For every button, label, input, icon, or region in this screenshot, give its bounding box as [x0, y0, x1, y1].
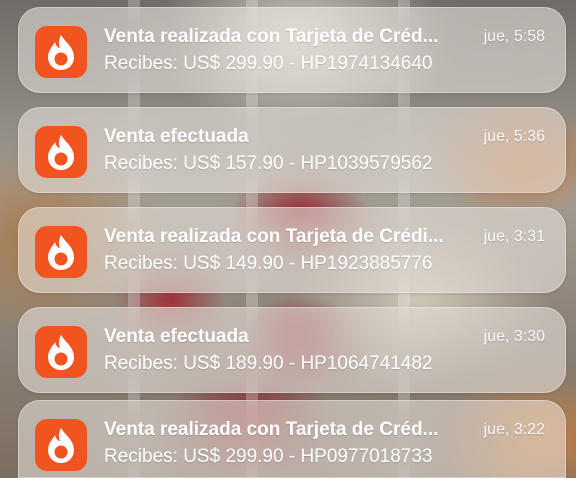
- flame-icon: [35, 226, 87, 278]
- flame-icon: [35, 26, 87, 78]
- notification-card[interactable]: Venta realizada con Tarjeta de Créd... R…: [18, 7, 566, 93]
- notification-body: Recibes: US$ 189.90 - HP1064741482: [104, 353, 433, 374]
- notification-card[interactable]: Venta realizada con Tarjeta de Crédi... …: [18, 207, 566, 293]
- notification-body: Recibes: US$ 149.90 - HP1923885776: [104, 253, 433, 274]
- notification-body: Recibes: US$ 299.90 - HP1974134640: [104, 53, 433, 74]
- notification-title: Venta realizada con Tarjeta de Crédi...: [104, 226, 444, 247]
- notification-title: Venta efectuada: [104, 126, 249, 147]
- notification-card[interactable]: Venta realizada con Tarjeta de Créd... R…: [18, 400, 566, 478]
- notification-title: Venta realizada con Tarjeta de Créd...: [104, 26, 439, 47]
- notification-title: Venta realizada con Tarjeta de Créd...: [104, 419, 439, 440]
- notification-time: jue, 5:58: [483, 28, 545, 45]
- notification-card[interactable]: Venta efectuada Recibes: US$ 157.90 - HP…: [18, 107, 566, 193]
- notification-card[interactable]: Venta efectuada Recibes: US$ 189.90 - HP…: [18, 307, 566, 393]
- flame-icon: [35, 326, 87, 378]
- notification-time: jue, 3:31: [483, 228, 545, 245]
- notification-time: jue, 3:22: [483, 421, 545, 438]
- flame-icon: [35, 419, 87, 471]
- flame-icon: [35, 126, 87, 178]
- notification-body: Recibes: US$ 299.90 - HP0977018733: [104, 446, 433, 467]
- notification-time: jue, 3:30: [483, 328, 545, 345]
- notification-title: Venta efectuada: [104, 326, 249, 347]
- notification-body: Recibes: US$ 157.90 - HP1039579562: [104, 153, 433, 174]
- notification-time: jue, 5:36: [483, 128, 545, 145]
